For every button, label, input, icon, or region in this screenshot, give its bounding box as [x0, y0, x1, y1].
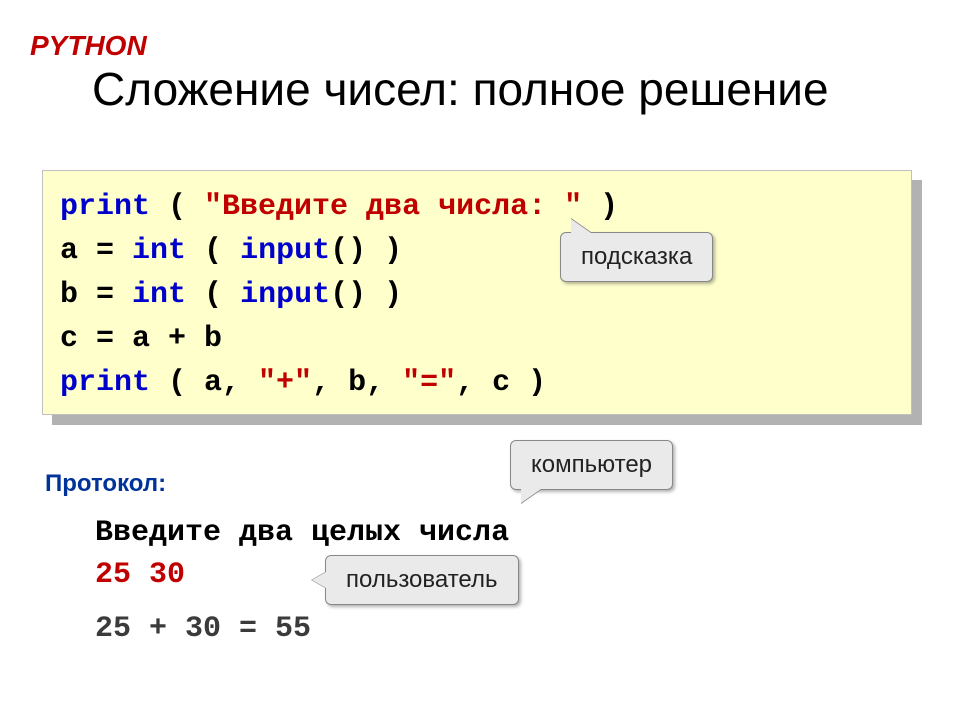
code-token: print — [60, 366, 150, 400]
code-token: , c ) — [456, 366, 546, 400]
callout-user-label: пользователь — [346, 566, 498, 593]
callout-computer: компьютер — [510, 440, 673, 490]
code-token: a — [60, 234, 78, 268]
protocol-line-prompt: Введите два целых числа — [95, 516, 509, 550]
code-token: = — [78, 278, 132, 312]
code-token: ( — [150, 190, 204, 224]
code-token: int — [132, 234, 186, 268]
code-token: input — [240, 278, 330, 312]
code-token: "+" — [258, 366, 312, 400]
protocol-line-output: 25 + 30 = 55 — [95, 612, 311, 646]
code-token: ( — [186, 278, 240, 312]
callout-hint-label: подсказка — [581, 243, 692, 270]
callout-user: пользователь — [325, 555, 519, 605]
protocol-label: Протокол: — [45, 470, 166, 498]
slide-title: Сложение чисел: полное решение — [92, 62, 829, 116]
code-token: print — [60, 190, 150, 224]
code-token: () ) — [330, 278, 402, 312]
code-token: "Введите два числа: " — [204, 190, 582, 224]
callout-hint: подсказка — [560, 232, 713, 282]
code-token: , b, — [312, 366, 402, 400]
code-token: b — [60, 278, 78, 312]
code-token: () ) — [330, 234, 402, 268]
code-token: = — [78, 234, 132, 268]
protocol-line-userinput: 25 30 — [95, 558, 185, 592]
callout-computer-label: компьютер — [531, 451, 652, 478]
code-listing: print ( "Введите два числа: " ) a = int … — [60, 185, 618, 405]
code-token: int — [132, 278, 186, 312]
callout-tail-icon — [312, 572, 326, 588]
code-token: "=" — [402, 366, 456, 400]
code-token: input — [240, 234, 330, 268]
code-token: c = a + b — [60, 322, 222, 356]
callout-tail-icon — [571, 219, 591, 233]
callout-tail-icon — [521, 489, 541, 503]
language-label: PYTHON — [30, 30, 147, 62]
code-token: ( — [186, 234, 240, 268]
code-token: ( a, — [150, 366, 258, 400]
